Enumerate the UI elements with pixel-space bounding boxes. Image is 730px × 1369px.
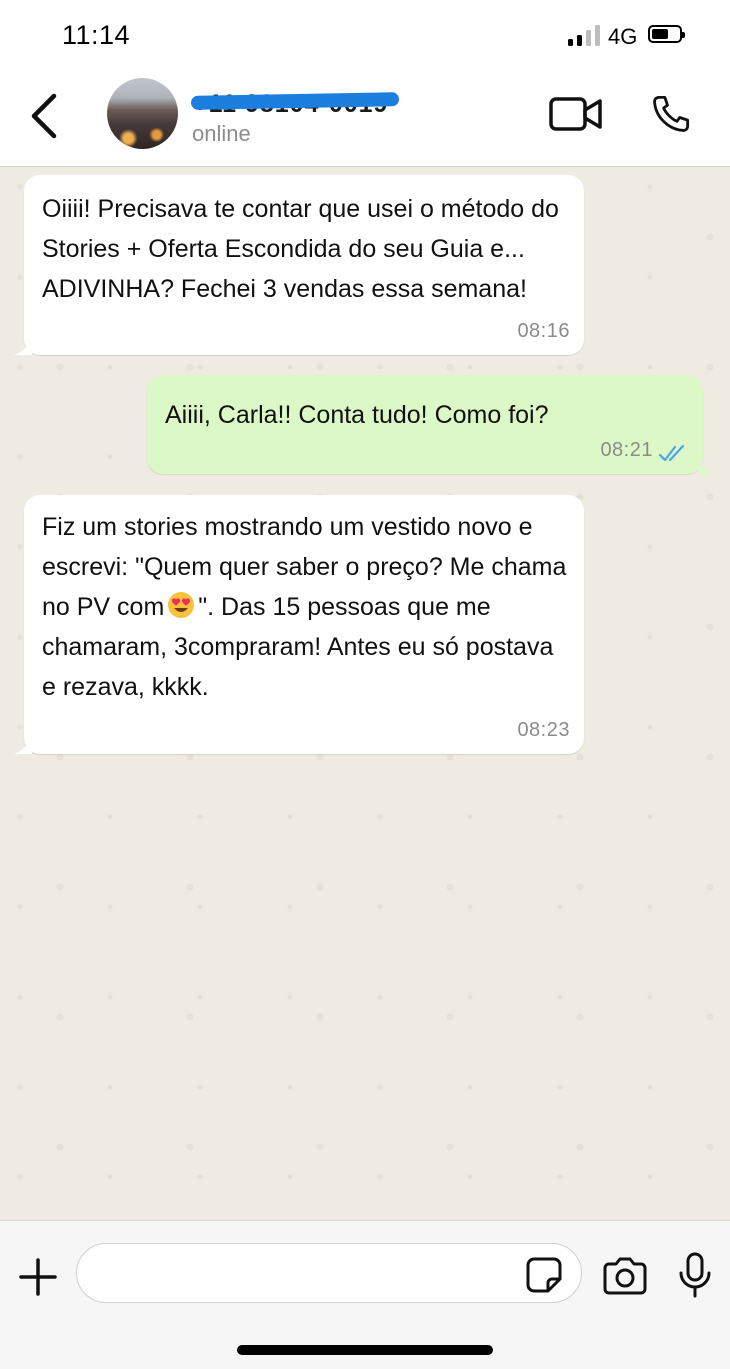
back-chevron-icon [31, 93, 57, 139]
contact-status: online [192, 121, 251, 146]
video-call-icon [549, 97, 602, 131]
message-composer [0, 1220, 730, 1369]
incoming-message-bubble[interactable]: Oiiii! Precisava te contar que usei o mé… [14, 175, 584, 355]
bubble-tail [14, 740, 32, 754]
microphone-button[interactable] [678, 1252, 712, 1298]
bubble-tail [14, 341, 32, 355]
contact-avatar[interactable] [107, 78, 178, 149]
status-bar: 11:14 4G [0, 0, 730, 72]
message-text: Oiiii! Precisava te contar que usei o mé… [42, 195, 566, 303]
message-time: 08:16 [517, 320, 570, 342]
microphone-icon [679, 1252, 711, 1298]
cellular-signal-icon [568, 24, 604, 46]
network-type: 4G [608, 24, 638, 49]
message-text: Fiz um stories mostrando um vestido novo… [42, 507, 572, 707]
read-receipt-icon [659, 444, 685, 462]
message-input-field[interactable] [76, 1243, 582, 1303]
message-time: 08:23 [517, 719, 570, 741]
battery-icon [648, 25, 685, 43]
plus-icon [19, 1258, 57, 1296]
sticker-icon [526, 1257, 562, 1293]
message-time: 08:21 [600, 439, 653, 461]
camera-button[interactable] [601, 1256, 649, 1296]
camera-icon [603, 1257, 647, 1295]
incoming-message-bubble[interactable]: Fiz um stories mostrando um vestido novo… [14, 495, 584, 754]
back-button[interactable] [26, 92, 66, 140]
message-input[interactable] [97, 1254, 521, 1292]
phone-icon [653, 95, 690, 132]
chat-header: +11 98104-0019 online [0, 72, 730, 167]
chat-area[interactable]: Oiiii! Precisava te contar que usei o mé… [0, 167, 730, 1220]
sticker-button[interactable] [524, 1255, 564, 1295]
home-indicator[interactable] [237, 1345, 493, 1355]
heart-eyes-emoji-icon [168, 592, 195, 618]
bubble-tail [697, 460, 715, 474]
voice-call-button[interactable] [650, 93, 692, 135]
outgoing-message-bubble[interactable]: Aiiii, Carla!! Conta tudo! Como foi? 08:… [147, 375, 715, 474]
status-time: 11:14 [62, 20, 131, 50]
message-text: Aiiii, Carla!! Conta tudo! Como foi? [165, 401, 549, 429]
attach-button[interactable] [18, 1257, 58, 1297]
video-call-button[interactable] [549, 94, 603, 134]
